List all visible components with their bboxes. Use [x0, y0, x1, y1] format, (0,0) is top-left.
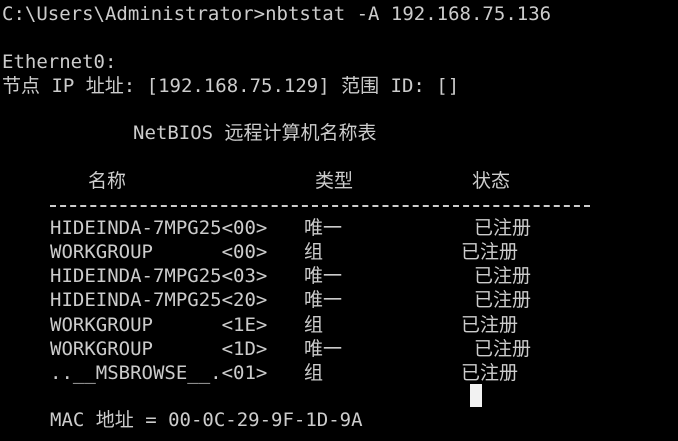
row-type: 唯一 — [304, 338, 343, 360]
row-type: 组 — [304, 362, 324, 384]
row-name: ..__MSBROWSE__.<01> — [50, 362, 268, 384]
row-type: 唯一 — [304, 289, 343, 311]
adapter-name: Ethernet0: — [2, 51, 117, 73]
row-status: 已注册 — [474, 289, 532, 311]
console-window[interactable]: C:\Users\Administrator>nbtstat -A 192.16… — [0, 0, 678, 441]
row-type: 唯一 — [304, 265, 343, 287]
header-type: 类型 — [315, 170, 354, 192]
row-name: HIDEINDA-7MPG25<20> — [50, 289, 268, 311]
row-status: 已注册 — [461, 314, 519, 336]
row-type: 组 — [304, 314, 324, 336]
header-name: 名称 — [88, 170, 127, 192]
row-name: HIDEINDA-7MPG25<00> — [50, 217, 268, 239]
row-name: WORKGROUP <1D> — [50, 338, 268, 360]
row-name: WORKGROUP <1E> — [50, 314, 268, 336]
row-status: 已注册 — [461, 241, 519, 263]
table-header-divider — [50, 205, 590, 207]
row-type: 组 — [304, 241, 324, 263]
text-cursor — [470, 384, 482, 407]
table-title: NetBIOS 远程计算机名称表 — [133, 122, 377, 144]
header-status: 状态 — [472, 170, 511, 192]
row-status: 已注册 — [461, 362, 519, 384]
mac-address-line: MAC 地址 = 00-0C-29-9F-1D-9A — [50, 409, 363, 431]
row-status: 已注册 — [474, 217, 532, 239]
command-prompt-line: C:\Users\Administrator>nbtstat -A 192.16… — [2, 3, 552, 25]
row-status: 已注册 — [474, 338, 532, 360]
row-name: HIDEINDA-7MPG25<03> — [50, 265, 268, 287]
row-name: WORKGROUP <00> — [50, 241, 268, 263]
row-type: 唯一 — [304, 217, 343, 239]
node-ip-line: 节点 IP 址址: [192.168.75.129] 范围 ID: [] — [2, 75, 460, 97]
row-status: 已注册 — [474, 265, 532, 287]
